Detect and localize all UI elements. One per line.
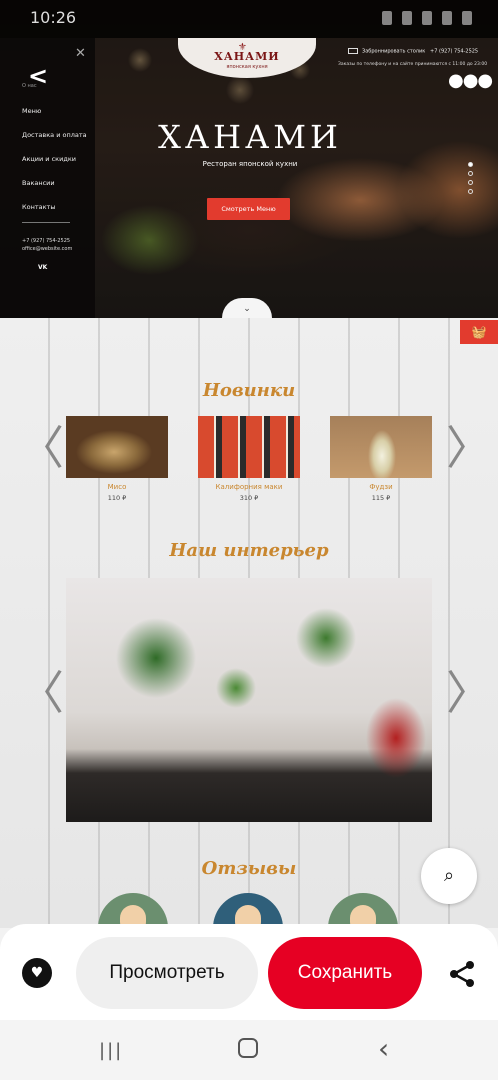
save-button[interactable]: Сохранить <box>268 937 422 1009</box>
close-icon[interactable]: ✕ <box>75 46 86 61</box>
screen: ⚜ ХАНАМИ японская кухня Заброннировать с… <box>0 0 498 1080</box>
back-icon[interactable]: ‹ <box>378 1032 389 1065</box>
product-card[interactable]: Фудзи 115 ₽ <box>330 416 432 502</box>
section-title-new: Новинки <box>202 380 296 401</box>
hero-title: ХАНАМИ <box>158 118 342 156</box>
section-title-interior: Наш интерьер <box>169 540 329 561</box>
pin-action-bar: ♥ Просмотреть Сохранить <box>0 924 498 1020</box>
recent-apps-icon[interactable]: ||| <box>99 1040 123 1061</box>
interior-prev-arrow-icon[interactable]: 〈 <box>18 670 64 716</box>
status-time: 10:26 <box>30 8 77 27</box>
wifi-icon <box>422 11 432 25</box>
menu-item-menu[interactable]: Меню <box>22 106 87 130</box>
heart-chat-icon[interactable]: ♥ <box>22 958 52 988</box>
new-next-arrow-icon[interactable]: 〉 <box>446 425 492 471</box>
status-bar: 10:26 <box>0 0 498 38</box>
visual-search-icon[interactable]: ⌕ <box>421 848 477 904</box>
status-icons <box>382 11 472 25</box>
slider-dot[interactable] <box>468 189 473 194</box>
product-name[interactable]: Калифорния маки <box>198 483 300 491</box>
product-name[interactable]: Мисо <box>66 483 168 491</box>
product-name[interactable]: Фудзи <box>330 483 432 491</box>
system-nav-bar: ||| ‹ <box>0 1020 498 1080</box>
vibrate-icon <box>402 11 412 25</box>
menu-item-vacancies[interactable]: Вакансии <box>22 178 87 202</box>
product-price: 310 ₽ <box>239 494 259 502</box>
product-image[interactable] <box>198 416 300 478</box>
interior-photo[interactable] <box>66 578 432 822</box>
header-phone[interactable]: +7 (927) 754-2525 <box>430 49 478 55</box>
alarm-icon <box>382 11 392 25</box>
menu-item-about[interactable]: О нас <box>22 83 37 89</box>
menu-list: Меню Доставка и оплата Акции и скидки Ва… <box>22 106 87 226</box>
logo-subtitle: японская кухня <box>226 64 268 70</box>
product-price: 110 ₽ <box>107 494 127 502</box>
interior-next-arrow-icon[interactable]: 〉 <box>446 670 492 716</box>
product-image[interactable] <box>66 416 168 478</box>
menu-email[interactable]: office@website.com <box>22 246 72 252</box>
new-prev-arrow-icon[interactable]: 〈 <box>18 425 64 471</box>
vk-icon[interactable]: VK <box>38 264 47 271</box>
share-icon[interactable] <box>446 958 478 990</box>
reservation-icon <box>348 48 358 54</box>
home-icon[interactable] <box>238 1038 258 1058</box>
logo-name: ХАНАМИ <box>214 50 280 63</box>
signal-icon <box>442 11 452 25</box>
product-price: 115 ₽ <box>371 494 391 502</box>
order-hours: Заказы по телефону и на сайте принимаютс… <box>338 62 488 67</box>
cart-icon[interactable]: 🧺 <box>460 320 498 344</box>
view-menu-button[interactable]: Смотреть Меню <box>207 198 290 220</box>
header-contact: Заброннировать столик +7 (927) 754-2525 <box>348 48 478 55</box>
reservation-link[interactable]: Заброннировать столик <box>362 49 425 55</box>
slider-dot[interactable] <box>468 162 473 167</box>
slider-dot[interactable] <box>468 180 473 185</box>
menu-item-delivery[interactable]: Доставка и оплата <box>22 130 87 154</box>
side-menu: ✕ < О нас Меню Доставка и оплата Акции и… <box>0 38 95 318</box>
product-card[interactable]: Мисо 110 ₽ <box>66 416 168 502</box>
hero-subtitle: Ресторан японской кухни <box>202 160 298 168</box>
more-options-icon[interactable]: ●●● <box>448 70 493 91</box>
view-button[interactable]: Просмотреть <box>76 937 258 1009</box>
menu-phone[interactable]: +7 (927) 754-2525 <box>22 238 70 244</box>
menu-item-promotions[interactable]: Акции и скидки <box>22 154 87 178</box>
product-image[interactable] <box>330 416 432 478</box>
hero-slider-dots <box>468 162 473 198</box>
menu-divider <box>22 222 70 223</box>
battery-icon <box>462 11 472 25</box>
product-card[interactable]: Калифорния маки 310 ₽ <box>198 416 300 502</box>
slider-dot[interactable] <box>468 171 473 176</box>
